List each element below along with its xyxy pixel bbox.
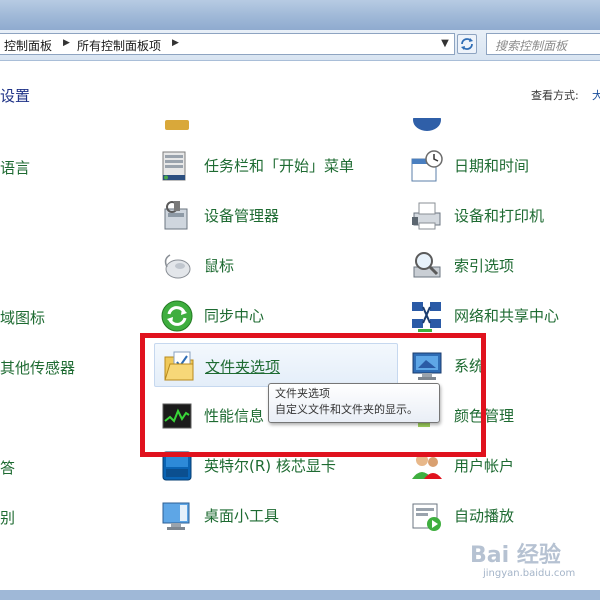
breadcrumb-arrow-icon[interactable]: ▶ bbox=[172, 38, 179, 48]
item-language-partial[interactable]: 语言 bbox=[0, 157, 30, 178]
refresh-button[interactable] bbox=[457, 34, 477, 54]
item-label: 网络和共享中心 bbox=[454, 307, 560, 325]
baidu-watermark: Bai 经验 bbox=[470, 543, 561, 568]
item-label: 设备和打印机 bbox=[454, 207, 545, 225]
window-titlebar bbox=[0, 0, 600, 30]
breadcrumb-arrow-icon[interactable]: ▶ bbox=[63, 38, 70, 48]
gadgets-icon bbox=[162, 502, 190, 530]
network-icon bbox=[412, 302, 441, 332]
item-date-time[interactable]: 日期和时间 bbox=[410, 147, 590, 185]
item-label: 英特尔(R) 核芯显卡 bbox=[204, 457, 336, 475]
item-label: 同步中心 bbox=[204, 307, 265, 325]
item-sensors-partial[interactable]: 其他传感器 bbox=[0, 357, 75, 378]
sync-icon bbox=[161, 300, 193, 332]
autoplay-icon bbox=[412, 503, 441, 531]
item-label: 自动播放 bbox=[454, 507, 515, 525]
item-label: 索引选项 bbox=[454, 257, 515, 275]
item-partial-6[interactable]: 别 bbox=[0, 507, 15, 528]
item-partial-5[interactable]: 答 bbox=[0, 457, 15, 478]
view-by-label: 查看方式: bbox=[531, 89, 579, 102]
item-label: 任务栏和「开始」菜单 bbox=[204, 157, 355, 175]
address-dropdown-icon[interactable]: ▼ bbox=[436, 35, 454, 53]
printer-icon bbox=[412, 202, 441, 230]
calendar-clock-icon bbox=[411, 150, 443, 182]
item-indexing-options[interactable]: 索引选项 bbox=[410, 247, 590, 285]
taskbar-icon bbox=[162, 151, 186, 181]
annotation-highlight-box bbox=[140, 333, 486, 457]
view-by-dropdown[interactable]: 大 bbox=[592, 87, 600, 103]
item-label: 鼠标 bbox=[204, 257, 235, 275]
item-label: 用户帐户 bbox=[454, 457, 515, 475]
partial-top-icon bbox=[165, 120, 189, 130]
search-placeholder: 搜索控制面板 bbox=[495, 39, 568, 53]
item-device-manager[interactable]: 设备管理器 bbox=[160, 197, 390, 235]
item-autoplay[interactable]: 自动播放 bbox=[410, 497, 590, 535]
item-mouse[interactable]: 鼠标 bbox=[160, 247, 390, 285]
item-label: 日期和时间 bbox=[454, 157, 530, 175]
item-devices-printers[interactable]: 设备和打印机 bbox=[410, 197, 590, 235]
address-bar[interactable]: 控制面板 ▶ 所有控制面板项 ▶ ▼ bbox=[0, 33, 455, 55]
refresh-icon bbox=[461, 38, 473, 50]
device-manager-icon bbox=[164, 201, 188, 230]
window-bottom-edge bbox=[0, 590, 600, 600]
page-title: 设置 bbox=[0, 87, 31, 105]
item-domain-icons-partial[interactable]: 域图标 bbox=[0, 307, 45, 328]
item-taskbar-start-menu[interactable]: 任务栏和「开始」菜单 bbox=[160, 147, 390, 185]
mouse-icon bbox=[164, 254, 191, 279]
item-sync-center[interactable]: 同步中心 bbox=[160, 297, 390, 335]
baidu-watermark-url: jingyan.baidu.com bbox=[483, 568, 576, 579]
item-desktop-gadgets[interactable]: 桌面小工具 bbox=[160, 497, 390, 535]
item-label: 桌面小工具 bbox=[204, 507, 280, 525]
breadcrumb-all-items[interactable]: 所有控制面板项 bbox=[77, 37, 161, 54]
breadcrumb-control-panel[interactable]: 控制面板 bbox=[4, 37, 52, 54]
search-input[interactable]: 搜索控制面板 bbox=[486, 33, 600, 55]
partial-top-icon bbox=[413, 118, 441, 131]
item-network-sharing[interactable]: 网络和共享中心 bbox=[410, 297, 590, 335]
item-label: 设备管理器 bbox=[204, 207, 280, 225]
indexing-icon bbox=[413, 252, 441, 278]
